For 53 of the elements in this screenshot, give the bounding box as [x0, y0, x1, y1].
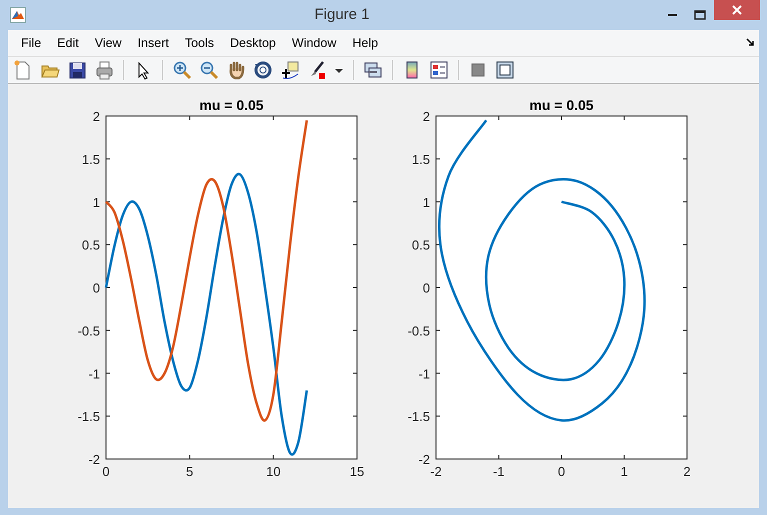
print-icon[interactable] [94, 60, 114, 80]
y-tick-label: 1.5 [82, 152, 100, 167]
menu-item[interactable]: Help [344, 34, 386, 52]
chart-title: mu = 0.05 [529, 97, 594, 113]
x-tick-label: 15 [350, 464, 364, 479]
y-tick-label: -0.5 [78, 323, 100, 338]
y-tick-label: 1 [92, 194, 100, 210]
menu-item[interactable]: Insert [130, 34, 177, 52]
menu-item[interactable]: Edit [49, 34, 87, 52]
y-tick-label: 0.5 [82, 238, 100, 253]
y-tick-label: 1.5 [412, 152, 430, 167]
menu-item[interactable]: File [13, 34, 50, 52]
y-tick-label: -1.5 [78, 409, 100, 424]
y-tick-label: -2 [88, 452, 100, 467]
y-tick-label: 0.5 [412, 238, 430, 253]
window-title: Figure 1 [313, 4, 371, 25]
save-icon[interactable] [67, 60, 87, 80]
x-tick-label: 0 [102, 464, 110, 479]
link-icon[interactable] [363, 60, 383, 80]
chart-title: mu = 0.05 [199, 97, 264, 113]
y-tick-label: -2 [418, 452, 430, 467]
x-tick-label: 5 [186, 464, 194, 479]
menu-item[interactable]: Window [284, 34, 344, 52]
y-tick-label: 1 [422, 194, 430, 210]
x-tick-label: 0 [558, 464, 566, 479]
zoom-in-icon[interactable] [172, 60, 192, 80]
y-tick-label: 0 [92, 280, 100, 296]
menu-item[interactable]: View [86, 34, 130, 52]
y-tick-label: -0.5 [408, 323, 430, 338]
maximize-icon [694, 10, 706, 20]
window-icon[interactable] [495, 60, 515, 80]
close-button[interactable] [714, 0, 760, 20]
rotate-icon[interactable] [253, 60, 273, 80]
y-tick-label: 2 [422, 109, 430, 124]
menu-item[interactable]: Tools [176, 34, 222, 52]
x-tick-label: -2 [430, 464, 442, 479]
x-tick-label: 2 [683, 464, 691, 479]
y-tick-label: 0 [422, 280, 430, 296]
y-tick-label: 2 [92, 109, 100, 124]
y-tick-label: -1 [88, 366, 100, 382]
x-tick-label: 1 [620, 464, 628, 479]
zoom-out-icon[interactable] [199, 60, 219, 80]
y-tick-label: -1.5 [408, 409, 430, 424]
close-icon [732, 5, 742, 15]
dock-arrow-icon[interactable] [746, 38, 755, 48]
x-tick-label: -1 [492, 464, 505, 479]
data-cursor-icon[interactable] [280, 60, 300, 80]
x-tick-label: 10 [266, 464, 281, 479]
y-tick-label: -1 [418, 366, 430, 382]
menu-item[interactable]: Desktop [222, 34, 284, 52]
minimize-icon [668, 14, 676, 16]
app-icon [10, 7, 26, 23]
legend-icon[interactable] [429, 60, 449, 80]
